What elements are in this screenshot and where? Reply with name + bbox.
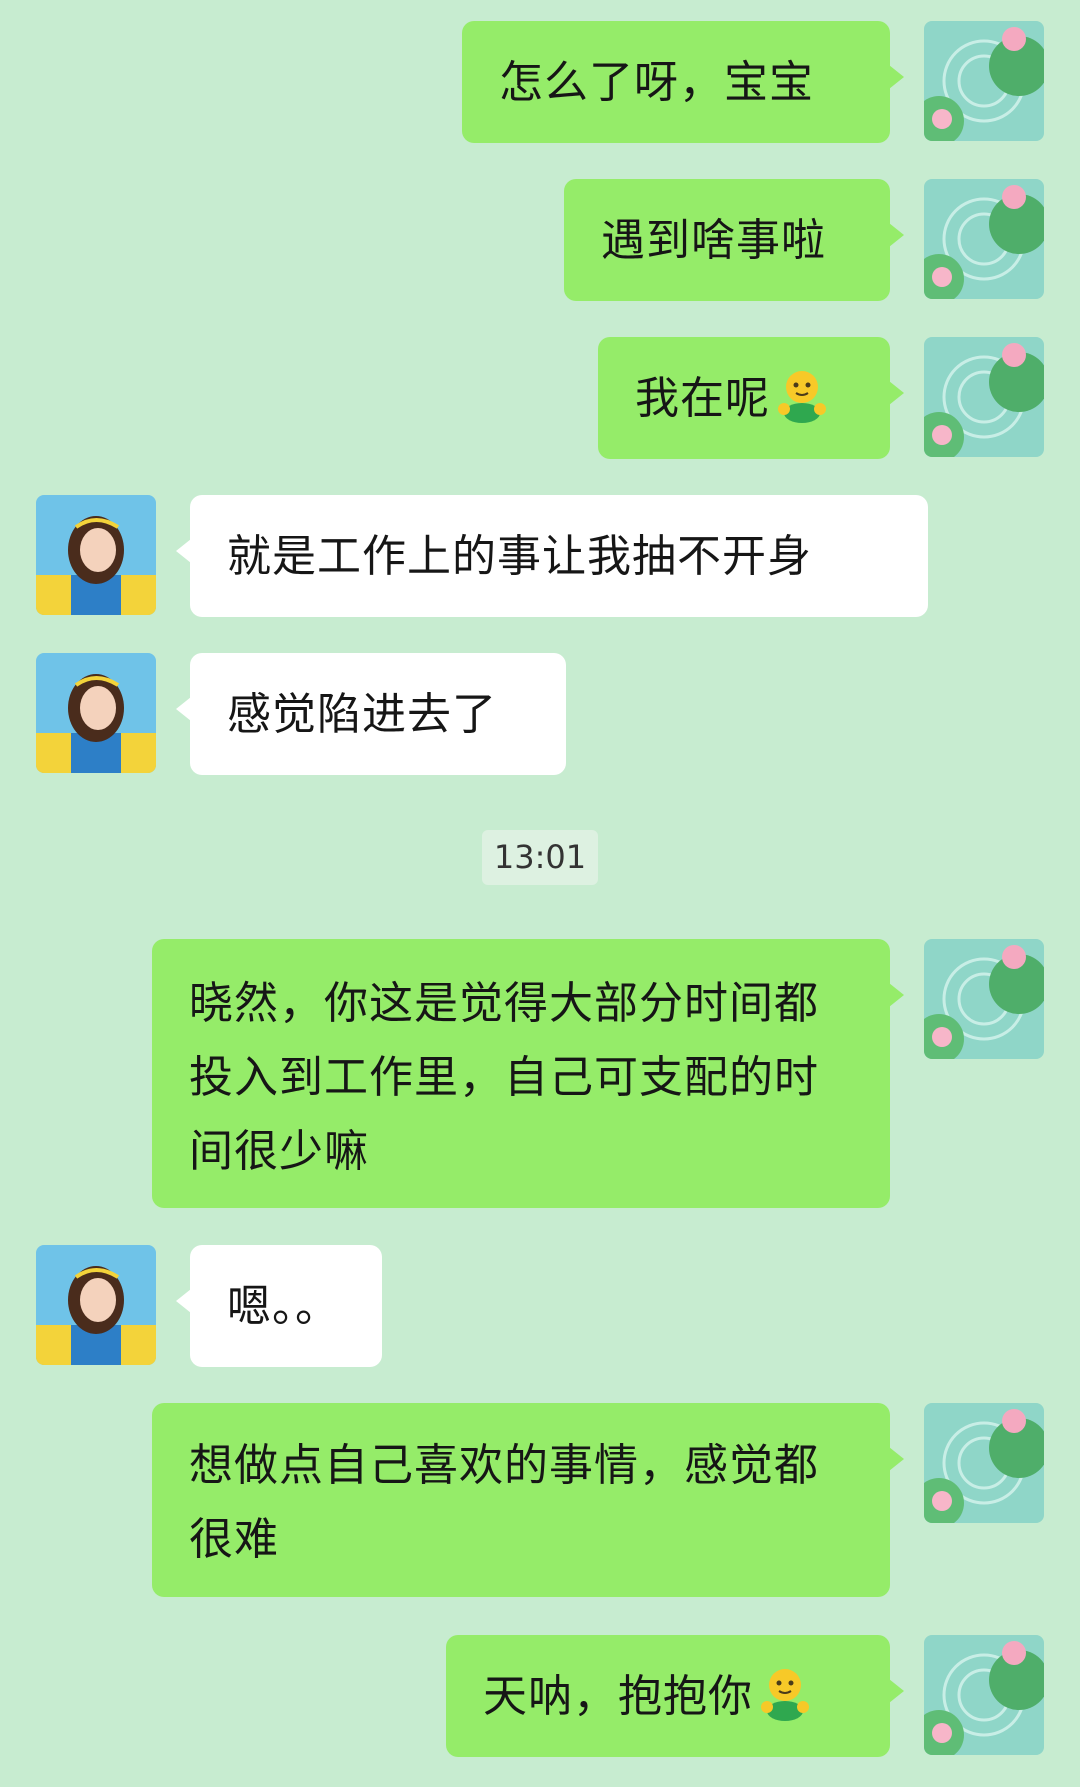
message-text: 天呐，抱抱你 (483, 1671, 753, 1722)
message-text: 想做点自己喜欢的事情，感觉都很难 (189, 1440, 819, 1565)
self-avatar[interactable] (924, 21, 1044, 141)
message-text: 晓然，你这是觉得大部分时间都投入到工作里，自己可支配的时间很少嘛 (189, 978, 819, 1177)
lotus-pond-avatar-icon (924, 21, 1044, 141)
message-text: 嗯。。 (227, 1281, 340, 1332)
girl-portrait-avatar-icon (36, 495, 156, 615)
chat-timestamp: 13:01 (482, 830, 598, 885)
self-avatar[interactable] (924, 939, 1044, 1059)
message-bubble-other[interactable]: 感觉陷进去了 (176, 653, 566, 775)
message-bubble-self[interactable]: 怎么了呀，宝宝 (462, 21, 904, 143)
girl-portrait-avatar-icon (36, 653, 156, 773)
message-text: 遇到啥事啦 (601, 215, 826, 266)
message-bubble-self[interactable]: 想做点自己喜欢的事情，感觉都很难 (152, 1403, 904, 1597)
message-text: 就是工作上的事让我抽不开身 (227, 531, 812, 582)
contact-avatar[interactable] (36, 495, 156, 615)
message-bubble-other[interactable]: 就是工作上的事让我抽不开身 (176, 495, 928, 617)
message-bubble-self[interactable]: 遇到啥事啦 (564, 179, 904, 301)
message-bubble-self[interactable]: 我在呢 (598, 337, 904, 459)
message-text: 我在呢 (635, 373, 770, 424)
lotus-pond-avatar-icon (924, 939, 1044, 1059)
lotus-pond-avatar-icon (924, 1635, 1044, 1755)
girl-portrait-avatar-icon (36, 1245, 156, 1365)
contact-avatar[interactable] (36, 1245, 156, 1365)
message-text: 感觉陷进去了 (227, 689, 497, 740)
hug-emoji-icon (774, 367, 830, 423)
self-avatar[interactable] (924, 1635, 1044, 1755)
self-avatar[interactable] (924, 1403, 1044, 1523)
lotus-pond-avatar-icon (924, 1403, 1044, 1523)
lotus-pond-avatar-icon (924, 337, 1044, 457)
self-avatar[interactable] (924, 337, 1044, 457)
self-avatar[interactable] (924, 179, 1044, 299)
message-bubble-self[interactable]: 天呐，抱抱你 (446, 1635, 904, 1757)
contact-avatar[interactable] (36, 653, 156, 773)
message-bubble-other[interactable]: 嗯。。 (176, 1245, 382, 1367)
lotus-pond-avatar-icon (924, 179, 1044, 299)
message-bubble-self[interactable]: 晓然，你这是觉得大部分时间都投入到工作里，自己可支配的时间很少嘛 (152, 939, 904, 1208)
message-text: 怎么了呀，宝宝 (499, 57, 814, 108)
hug-emoji-icon (757, 1665, 813, 1721)
